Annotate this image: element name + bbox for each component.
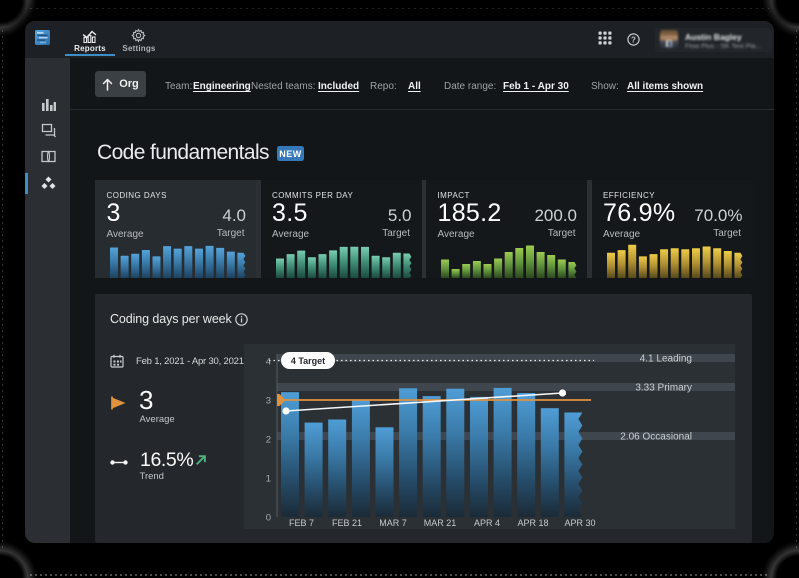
svg-text:2.06 Occasional: 2.06 Occasional: [620, 432, 692, 443]
svg-text:4: 4: [266, 357, 271, 368]
svg-text:3.33 Primary: 3.33 Primary: [635, 383, 692, 394]
svg-text:2: 2: [266, 435, 271, 446]
svg-text:?: ?: [631, 35, 636, 44]
svg-text:MAR 7: MAR 7: [379, 518, 407, 528]
svg-text:FEB 7: FEB 7: [289, 518, 314, 528]
svg-text:3: 3: [266, 396, 271, 407]
svg-text:1: 1: [266, 474, 271, 485]
svg-text:4.1 Leading: 4.1 Leading: [640, 354, 692, 365]
svg-text:APR 30: APR 30: [564, 518, 595, 528]
svg-text:FEB 21: FEB 21: [332, 518, 362, 528]
svg-text:MAR 21: MAR 21: [424, 518, 457, 528]
svg-text:APR 18: APR 18: [517, 518, 548, 528]
svg-text:0: 0: [266, 513, 271, 524]
svg-text:APR 4: APR 4: [474, 518, 500, 528]
